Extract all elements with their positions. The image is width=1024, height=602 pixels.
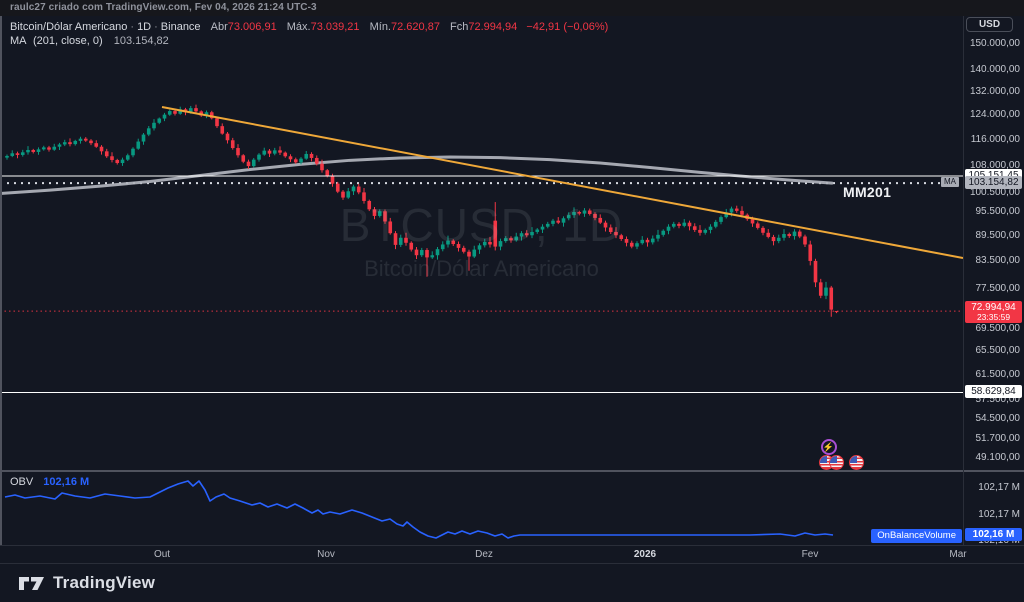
obv-line[interactable] bbox=[5, 481, 833, 538]
pane-separator[interactable] bbox=[0, 470, 1024, 472]
price-tick: 83.500,00 bbox=[963, 255, 1020, 267]
ma-indicator-value: 103.154,82 bbox=[114, 35, 169, 47]
time-tick-Nov: Nov bbox=[317, 549, 335, 560]
ma-indicator-name[interactable]: MA bbox=[10, 35, 26, 47]
obv-value-badge: 102,16 M bbox=[965, 528, 1022, 541]
price-tick: 89.500,00 bbox=[963, 230, 1020, 242]
obv-axis-tick: 102,17 M bbox=[963, 509, 1020, 521]
close-label: Fch bbox=[450, 21, 468, 33]
ma-indicator-params: (201, close, 0) bbox=[33, 35, 103, 47]
flag-canton bbox=[830, 456, 837, 463]
chart-left-edge bbox=[0, 16, 2, 563]
tradingview-brand-text[interactable]: TradingView bbox=[53, 573, 155, 593]
high-value: 73.039,21 bbox=[311, 21, 360, 33]
currency-toggle-button[interactable]: USD bbox=[966, 17, 1013, 32]
change-value: −42,91 (−0,06%) bbox=[526, 21, 608, 33]
attribution-bar: raulc27 criado com TradingView.com, Fev … bbox=[0, 0, 1024, 16]
flag-canton bbox=[850, 456, 857, 463]
price-tick: 77.500,00 bbox=[963, 283, 1020, 295]
time-tick-Fev: Fev bbox=[802, 549, 819, 560]
price-chart-canvas[interactable] bbox=[0, 16, 963, 545]
price-tick: 132.000,00 bbox=[963, 86, 1020, 98]
price-tick: 140.000,00 bbox=[963, 64, 1020, 76]
horizontal-line-drawings[interactable] bbox=[0, 176, 963, 392]
flag-canton bbox=[820, 456, 827, 463]
mm201-text-drawing[interactable]: MM201 bbox=[843, 184, 891, 200]
legend-separator: · bbox=[154, 21, 158, 33]
time-tick-Out: Out bbox=[154, 549, 170, 560]
price-tick: 116.000,00 bbox=[963, 134, 1020, 146]
ma-201-line[interactable] bbox=[0, 157, 832, 194]
low-label: Mín. bbox=[370, 21, 391, 33]
trendline-drawing[interactable] bbox=[162, 107, 963, 258]
price-axis[interactable]: 150.000,00 140.000,00 132.000,00 124.000,00… bbox=[963, 0, 1024, 563]
interval-label[interactable]: 1D bbox=[137, 21, 151, 33]
tradingview-chart-window: raulc27 criado com TradingView.com, Fev … bbox=[0, 0, 1024, 602]
time-axis[interactable]: OutNovDez2026FevMar bbox=[0, 545, 1024, 563]
symbol-legend-row[interactable]: Bitcoin/Dólar Americano·1D·Binance Abr73… bbox=[10, 21, 608, 34]
price-tick: 69.500,00 bbox=[963, 323, 1020, 335]
price-tick: 49.100,00 bbox=[963, 452, 1020, 464]
price-tick: 65.500,00 bbox=[963, 345, 1020, 357]
footer-bar: TradingView bbox=[0, 563, 1024, 602]
obv-axis-tick: 102,17 M bbox=[963, 482, 1020, 494]
ma-price-badge: 103.154,82 bbox=[965, 176, 1022, 189]
exchange-label[interactable]: Binance bbox=[161, 21, 201, 33]
chart-legend: Bitcoin/Dólar Americano·1D·Binance Abr73… bbox=[10, 21, 608, 48]
obv-legend-row[interactable]: OBV 102,16 M bbox=[10, 476, 89, 488]
open-label: Abr bbox=[211, 21, 228, 33]
price-tick: 61.500,00 bbox=[963, 369, 1020, 381]
countdown-timer: 23:35:59 bbox=[965, 313, 1022, 322]
price-tick: 150.000,00 bbox=[963, 38, 1020, 50]
price-tick: 54.500,00 bbox=[963, 413, 1020, 425]
reaction-lightning-icon[interactable]: ⚡ bbox=[821, 439, 837, 455]
reaction-us-flag-icon[interactable] bbox=[829, 455, 844, 470]
price-tick: 51.700,00 bbox=[963, 433, 1020, 445]
price-tick: 124.000,00 bbox=[963, 109, 1020, 121]
open-value: 73.006,91 bbox=[228, 21, 277, 33]
time-tick-Dez: Dez bbox=[475, 549, 493, 560]
obv-indicator-name[interactable]: OBV bbox=[10, 476, 33, 488]
price-tick: 95.500,00 bbox=[963, 206, 1020, 218]
high-label: Máx. bbox=[287, 21, 311, 33]
close-value: 72.994,94 bbox=[468, 21, 517, 33]
tradingview-logo-icon[interactable] bbox=[18, 575, 45, 592]
ma-axis-tag: MA bbox=[941, 177, 959, 187]
time-tick-2026: 2026 bbox=[634, 549, 656, 560]
obv-indicator-value: 102,16 M bbox=[43, 476, 89, 488]
obv-series-label: OnBalanceVolume bbox=[871, 529, 962, 543]
hline2-price-badge: 58.629,84 bbox=[965, 385, 1022, 398]
last-price-badge: 72.994,9423:35:59 bbox=[965, 301, 1022, 323]
legend-separator: · bbox=[130, 21, 134, 33]
attribution-text: raulc27 criado com TradingView.com, Fev … bbox=[10, 2, 317, 13]
reaction-us-flag-icon[interactable] bbox=[849, 455, 864, 470]
symbol-title[interactable]: Bitcoin/Dólar Americano bbox=[10, 21, 127, 33]
low-value: 72.620,87 bbox=[391, 21, 440, 33]
ma-legend-row[interactable]: MA (201, close, 0) 103.154,82 bbox=[10, 35, 608, 48]
